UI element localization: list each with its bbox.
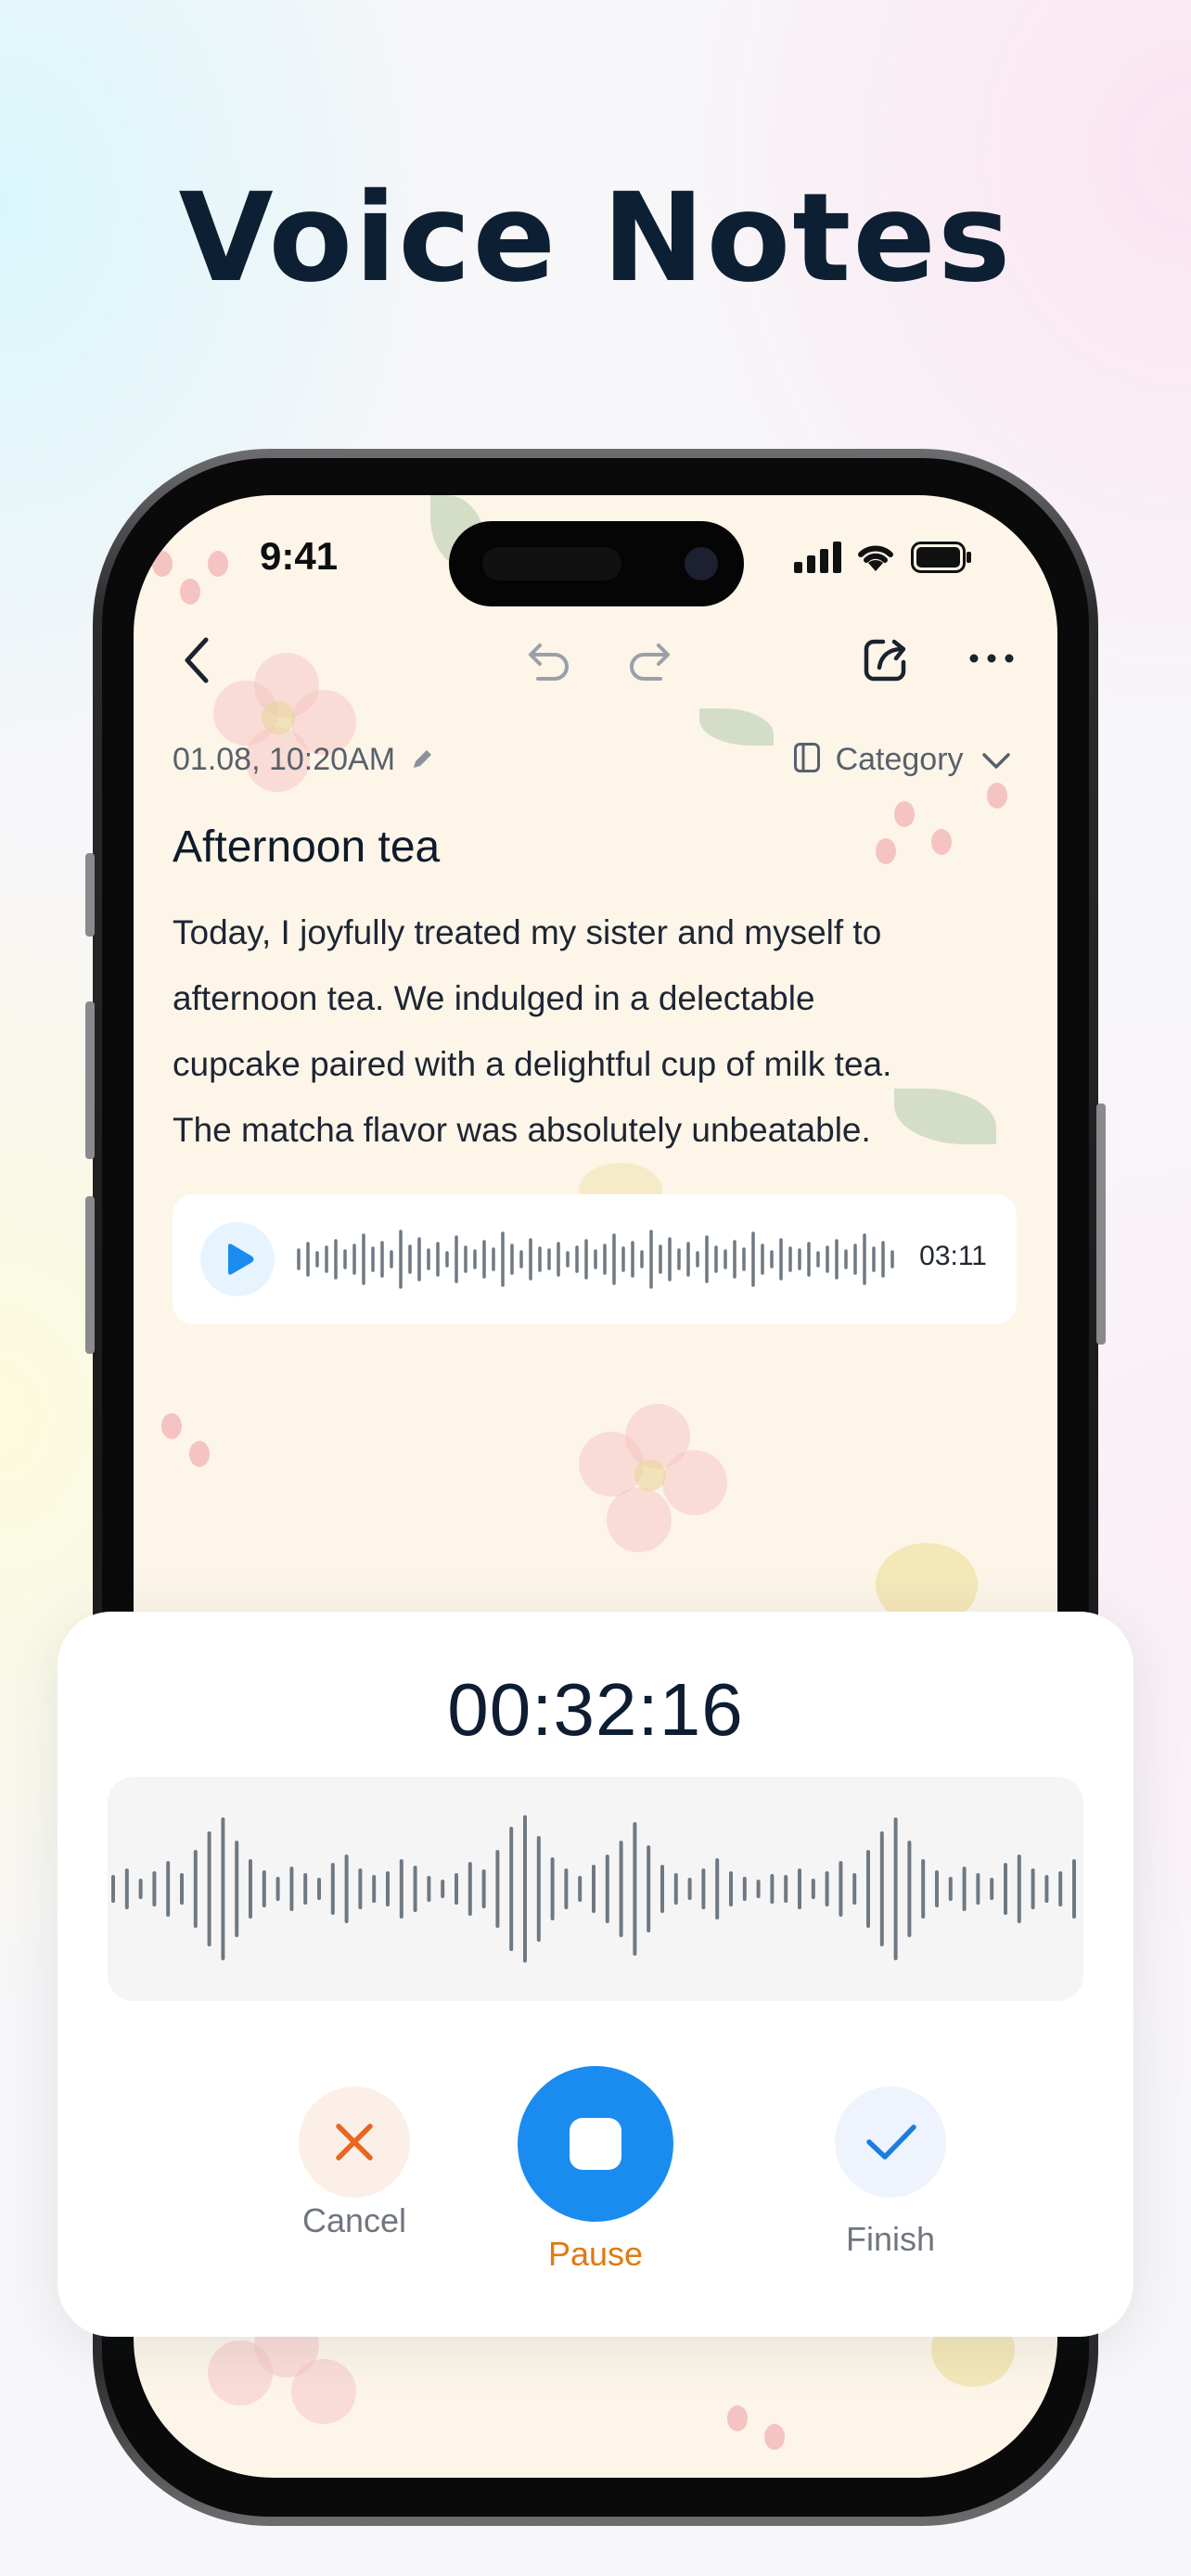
cancel-button[interactable]: Cancel bbox=[271, 2086, 438, 2240]
undo-icon[interactable] bbox=[525, 640, 573, 682]
play-button[interactable] bbox=[200, 1222, 275, 1296]
phone-side-button bbox=[85, 1001, 95, 1159]
cancel-label: Cancel bbox=[301, 2201, 407, 2239]
status-time: 9:41 bbox=[260, 534, 339, 578]
finish-label: Finish bbox=[845, 2220, 936, 2258]
check-icon bbox=[866, 2124, 916, 2160]
play-icon bbox=[228, 1243, 254, 1275]
cancel-circle[interactable] bbox=[299, 2086, 410, 2198]
phone-side-button bbox=[1096, 1103, 1106, 1345]
more-icon[interactable] bbox=[968, 651, 1015, 666]
recorder-panel: 00:32:16 Cancel Pause Finish bbox=[58, 1612, 1133, 2337]
battery-icon bbox=[911, 542, 971, 573]
recording-timer: 00:32:16 bbox=[447, 1668, 744, 1751]
recording-waveform-box bbox=[108, 1777, 1083, 2001]
edit-pencil-icon[interactable] bbox=[410, 747, 434, 772]
pause-button[interactable]: Pause bbox=[501, 2066, 690, 2274]
note-title[interactable]: Afternoon tea bbox=[173, 822, 440, 873]
headline: Voice Notes bbox=[178, 167, 1013, 310]
redo-icon[interactable] bbox=[625, 640, 673, 682]
audio-duration: 03:11 bbox=[919, 1241, 987, 1271]
audio-attachment[interactable]: 03:11 bbox=[173, 1194, 1017, 1324]
category-selector[interactable]: Category bbox=[793, 742, 1011, 778]
note-body[interactable]: Today, I joyfully treated my sister and … bbox=[173, 899, 1007, 1163]
finish-button[interactable]: Finish bbox=[807, 2086, 974, 2259]
audio-waveform bbox=[297, 1230, 894, 1289]
phone-side-button bbox=[85, 853, 95, 937]
category-icon bbox=[794, 743, 821, 772]
category-label: Category bbox=[835, 742, 964, 777]
note-date-text: 01.08, 10:20AM bbox=[173, 742, 396, 777]
note-body-line: afternoon tea. We indulged in a delectab… bbox=[173, 979, 815, 1017]
finish-circle[interactable] bbox=[835, 2086, 946, 2198]
phone-side-button bbox=[85, 1196, 95, 1354]
share-icon[interactable] bbox=[861, 634, 911, 684]
note-body-line: The matcha flavor was absolutely unbeata… bbox=[173, 1111, 871, 1149]
signal-icon bbox=[794, 542, 841, 573]
dynamic-island bbox=[449, 521, 744, 606]
pause-label: Pause bbox=[547, 2235, 644, 2273]
stop-icon bbox=[570, 2118, 621, 2170]
recording-waveform bbox=[111, 1815, 1076, 1963]
back-icon[interactable] bbox=[178, 632, 219, 688]
chevron-down-icon bbox=[982, 753, 1010, 769]
note-body-line: cupcake paired with a delightful cup of … bbox=[173, 1045, 892, 1083]
note-body-line: Today, I joyfully treated my sister and … bbox=[173, 913, 882, 951]
note-date[interactable]: 01.08, 10:20AM bbox=[173, 742, 434, 778]
pause-circle[interactable] bbox=[518, 2066, 673, 2222]
wifi-icon bbox=[858, 545, 893, 571]
close-icon bbox=[336, 2123, 373, 2161]
